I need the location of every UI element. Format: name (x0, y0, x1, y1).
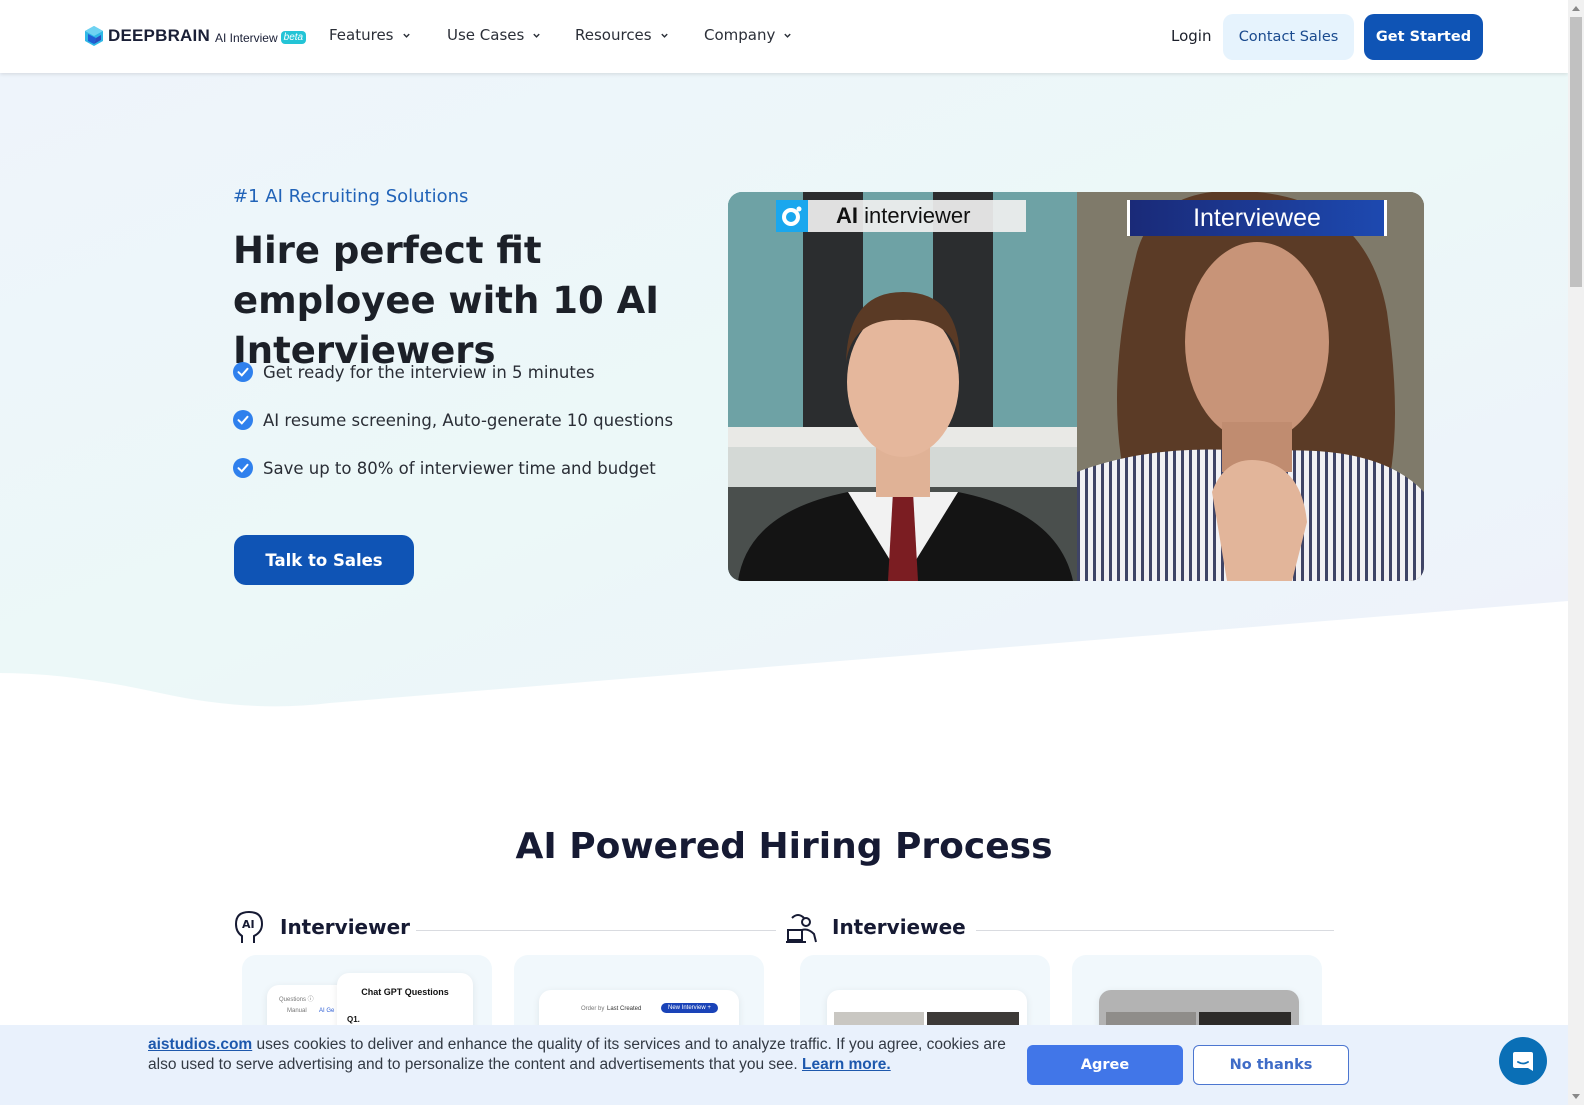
cookie-consent-banner: aistudios.com uses cookies to deliver an… (0, 1025, 1568, 1105)
order-by-label: Order by (581, 1006, 605, 1012)
chevron-down-icon (533, 33, 541, 38)
nav-label: Company (704, 26, 776, 44)
benefit-text: Save up to 80% of interviewer time and b… (263, 458, 656, 478)
ai-interviewer-pane: AI interviewer (728, 192, 1077, 581)
nav-label: Resources (575, 26, 652, 44)
interviewee-pane: Interviewee (1077, 192, 1424, 581)
contact-sales-button[interactable]: Contact Sales (1223, 14, 1354, 60)
check-circle-icon (233, 362, 253, 382)
option-manual: Manual (287, 1008, 307, 1014)
talk-to-sales-button[interactable]: Talk to Sales (234, 535, 414, 585)
interviewee-image (1077, 192, 1424, 581)
logo-product: AI Interview (214, 30, 278, 45)
benefit-text: AI resume screening, Auto-generate 10 qu… (263, 410, 674, 430)
beta-badge: beta (280, 31, 307, 44)
new-interview-button: New Interview + (661, 1003, 718, 1013)
benefit-text: Get ready for the interview in 5 minutes (263, 362, 595, 382)
cookie-message: aistudios.com uses cookies to deliver an… (148, 1035, 1008, 1075)
login-link[interactable]: Login (1171, 27, 1211, 45)
hero-interview-video[interactable]: AI interviewer Interviewee (728, 192, 1424, 581)
chevron-down-icon (660, 33, 668, 38)
nav-resources[interactable]: Resources (575, 26, 704, 44)
deepbrain-logo-icon (85, 26, 103, 46)
site-header: DEEPBRAIN AI Interview beta Features Use… (0, 0, 1568, 73)
check-circle-icon (233, 458, 253, 478)
nav-label: Features (329, 26, 394, 44)
logo-brand: DEEPBRAIN (108, 26, 210, 45)
popup-title: Chat GPT Questions (361, 987, 449, 997)
benefit-item: Save up to 80% of interviewer time and b… (233, 458, 673, 478)
category-label: Interviewer (280, 915, 411, 939)
chat-icon (1513, 1052, 1533, 1071)
ai-head-icon: AI (234, 910, 264, 943)
ai-interviewer-label: AI interviewer (776, 200, 1026, 232)
scroll-thumb[interactable] (1570, 17, 1582, 287)
hero-benefits-list: Get ready for the interview in 5 minutes… (233, 362, 673, 506)
category-label: Interviewee (832, 915, 966, 939)
ai-label-bold: AI (836, 203, 858, 228)
questions-label: Questions ⓘ (279, 997, 314, 1003)
divider (976, 930, 1334, 931)
nav-features[interactable]: Features (329, 26, 447, 44)
chevron-down-icon (784, 33, 792, 38)
person-laptop-icon (786, 914, 817, 943)
svg-text:AI: AI (242, 918, 255, 931)
no-thanks-button[interactable]: No thanks (1193, 1045, 1349, 1085)
ai-interviewer-image (728, 192, 1077, 581)
category-interviewer: AI Interviewer (234, 910, 410, 944)
ai-label-rest: interviewer (858, 203, 971, 228)
section-title: AI Powered Hiring Process (515, 826, 1053, 867)
logo[interactable]: DEEPBRAIN AI Interview beta (85, 26, 307, 46)
aistudios-logo-icon (776, 200, 808, 232)
nav-label: Use Cases (447, 26, 525, 44)
aistudios-link[interactable]: aistudios.com (148, 1036, 252, 1053)
scroll-down-arrow-icon[interactable] (1572, 1094, 1580, 1099)
agree-button[interactable]: Agree (1027, 1045, 1183, 1085)
learn-more-link[interactable]: Learn more. (802, 1056, 891, 1073)
interviewee-label: Interviewee (1127, 200, 1387, 236)
hero-title: Hire perfect fit employee with 10 AI Int… (233, 229, 659, 372)
nav-use-cases[interactable]: Use Cases (447, 26, 575, 44)
benefit-item: AI resume screening, Auto-generate 10 qu… (233, 410, 673, 430)
category-interviewee: Interviewee (786, 910, 966, 944)
divider (416, 930, 776, 931)
main-nav: Features Use Cases Resources Company (329, 26, 792, 44)
hero-eyebrow: #1 AI Recruiting Solutions (233, 186, 469, 207)
benefit-item: Get ready for the interview in 5 minutes (233, 362, 673, 382)
check-circle-icon (233, 410, 253, 430)
chevron-down-icon (402, 33, 410, 38)
get-started-button[interactable]: Get Started (1364, 14, 1483, 60)
option-ai: AI Ge (319, 1008, 335, 1014)
question-number: Q1. (347, 1015, 360, 1024)
page-scrollbar[interactable] (1568, 0, 1584, 1105)
chat-launcher-button[interactable] (1499, 1037, 1547, 1085)
scroll-up-arrow-icon[interactable] (1572, 6, 1580, 11)
nav-company[interactable]: Company (704, 26, 792, 44)
order-by-value: Last Created (607, 1006, 642, 1012)
